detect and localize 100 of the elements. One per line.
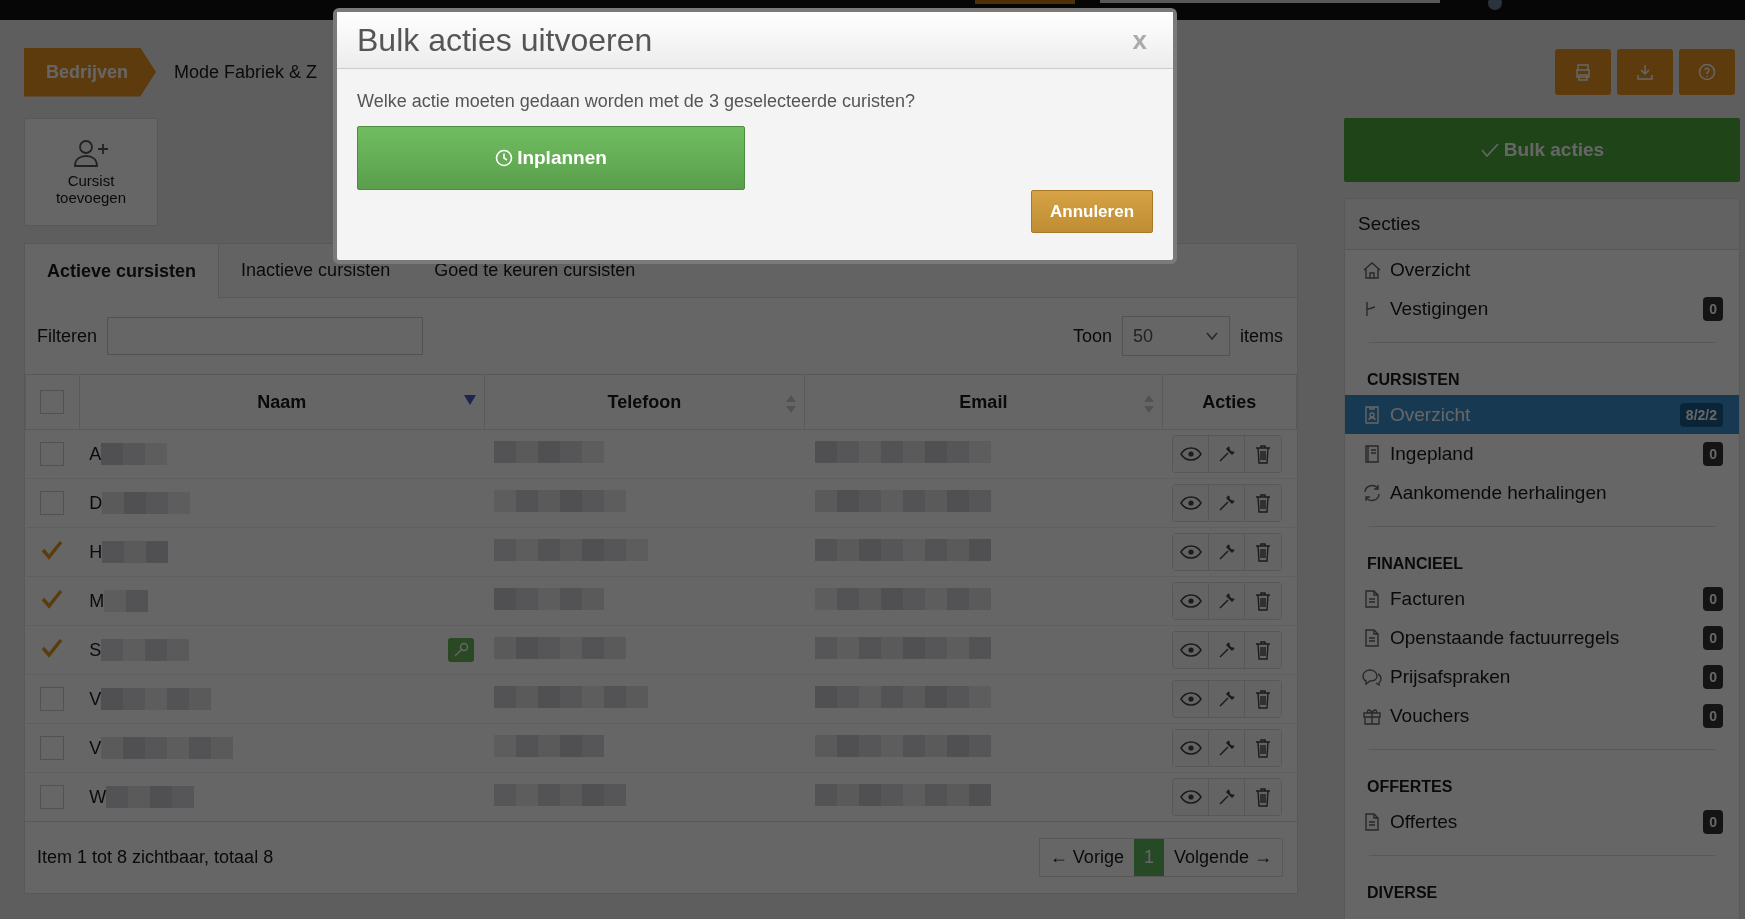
checked-checkbox[interactable] <box>41 539 64 560</box>
trash-icon <box>1254 787 1273 807</box>
house-icon <box>1362 259 1382 280</box>
refresh-icon <box>1362 482 1382 503</box>
page-size-select[interactable]: 50 <box>1122 316 1230 356</box>
column-header[interactable]: Telefoon <box>484 374 805 430</box>
document-icon <box>1362 811 1382 832</box>
sort-descending-icon[interactable] <box>463 395 476 405</box>
trash-icon <box>1254 738 1273 758</box>
count-badge: 0 <box>1703 809 1723 834</box>
view-button[interactable] <box>1173 632 1210 668</box>
view-button[interactable] <box>1173 779 1210 815</box>
count-badge: 0 <box>1703 703 1723 728</box>
eye-icon <box>1179 496 1202 510</box>
count-badge: 0 <box>1703 586 1723 611</box>
view-button[interactable] <box>1173 681 1210 717</box>
document-icon <box>1362 627 1382 648</box>
trash-icon <box>1254 689 1273 709</box>
schedule-button[interactable]: Inplannen <box>357 126 745 190</box>
checked-checkbox[interactable] <box>41 588 64 609</box>
help-button[interactable] <box>1679 49 1735 95</box>
name-text: S <box>89 639 102 661</box>
sidebar-item[interactable]: Aankomende herhalingen <box>1345 473 1739 512</box>
name-text: M <box>89 590 105 612</box>
eye-icon <box>1179 741 1202 755</box>
count-badge: 0 <box>1703 441 1723 466</box>
column-header[interactable]: Email <box>804 374 1163 430</box>
download-icon <box>1635 62 1655 82</box>
sidebar-item[interactable]: Overzicht <box>1345 250 1739 289</box>
count-badge: 0 <box>1703 625 1723 650</box>
eye-icon <box>1179 545 1202 559</box>
checked-checkbox[interactable] <box>41 637 64 658</box>
trash-icon <box>1254 444 1273 464</box>
name-text: W <box>89 786 107 808</box>
eye-icon <box>1179 594 1202 608</box>
count-badge: 8/2/2 <box>1679 402 1723 427</box>
item-count-text: Item 1 tot 8 zichtbaar, totaal 8 <box>37 847 274 868</box>
breadcrumb-link[interactable]: Bedrijven <box>24 47 157 97</box>
sidebar-item[interactable]: Overzicht 8/2/2 <box>1345 395 1739 434</box>
column-header: Acties <box>1162 374 1297 430</box>
name-text: V <box>89 688 102 710</box>
eye-icon <box>1179 790 1202 804</box>
sidebar-item[interactable]: Vouchers 0 <box>1345 696 1739 735</box>
tab[interactable]: Goed te keuren cursisten <box>412 244 658 297</box>
eye-icon <box>1179 447 1202 461</box>
book-icon <box>1362 443 1382 464</box>
view-button[interactable] <box>1173 730 1210 766</box>
chat-icon <box>1362 666 1382 687</box>
search-field[interactable] <box>1100 0 1440 3</box>
sidebar-item[interactable]: Prijsafspraken 0 <box>1345 657 1739 696</box>
show-label: Toon <box>1072 325 1112 347</box>
trash-icon <box>1254 493 1273 513</box>
eye-icon <box>1179 692 1202 706</box>
clock-icon <box>495 149 514 167</box>
section-heading: OFFERTES <box>1366 777 1454 797</box>
trash-icon <box>1254 591 1273 611</box>
help-icon <box>1697 62 1717 82</box>
tab[interactable]: Actieve cursisten <box>25 244 220 298</box>
view-button[interactable] <box>1173 534 1210 570</box>
bulk-actions-button[interactable]: Bulk acties <box>1344 118 1740 182</box>
download-button[interactable] <box>1617 49 1673 95</box>
print-button[interactable] <box>1555 49 1611 95</box>
filter-label: Filteren <box>37 325 98 347</box>
add-user-icon <box>71 138 111 168</box>
section-heading: CURSISTEN <box>1366 370 1461 390</box>
caret-icon <box>1205 331 1219 341</box>
name-text: V <box>89 737 102 759</box>
items-label: items <box>1240 325 1283 347</box>
page-button[interactable]: 1 <box>1133 839 1164 876</box>
sidebar-item[interactable]: Vestigingen 0 <box>1345 289 1739 328</box>
view-button[interactable] <box>1173 485 1210 521</box>
name-text: D <box>89 492 103 514</box>
section-heading: FINANCIEEL <box>1366 554 1464 574</box>
name-text: A <box>89 443 102 465</box>
sidebar-item[interactable]: Ingepland 0 <box>1345 434 1739 473</box>
sidebar-item[interactable]: Openstaande factuurregels 0 <box>1345 618 1739 657</box>
document-icon <box>1362 588 1382 609</box>
check-icon <box>1479 142 1500 158</box>
breadcrumb-text: Mode Fabriek & Z <box>174 61 318 83</box>
printer-icon <box>1573 62 1593 82</box>
cancel-button[interactable]: Annuleren <box>1031 190 1153 233</box>
dialog-message: Welke actie moeten gedaan worden met de 3 geselecteerde curisten? <box>357 91 916 112</box>
view-button[interactable] <box>1173 436 1210 472</box>
sidebar-item[interactable]: Offertes 0 <box>1345 802 1739 841</box>
close-button[interactable]: x <box>1126 23 1153 57</box>
trash-icon <box>1254 640 1273 660</box>
section-heading: DIVERSE <box>1366 883 1439 903</box>
panel-title: Secties <box>1345 199 1739 250</box>
count-badge: 0 <box>1703 664 1723 689</box>
dialog-title: Bulk acties uitvoeren <box>357 21 653 59</box>
name-text: H <box>89 541 103 563</box>
tab[interactable]: Inactieve cursisten <box>219 244 413 297</box>
column-header[interactable]: Naam <box>79 374 485 430</box>
eye-icon <box>1179 643 1202 657</box>
add-student-button[interactable]: Cursist toevoegen <box>24 118 158 226</box>
id-card-icon <box>1362 404 1382 425</box>
view-button[interactable] <box>1173 583 1210 619</box>
count-badge: 0 <box>1703 296 1723 321</box>
trash-icon <box>1254 542 1273 562</box>
sidebar-item[interactable]: Facturen 0 <box>1345 579 1739 618</box>
